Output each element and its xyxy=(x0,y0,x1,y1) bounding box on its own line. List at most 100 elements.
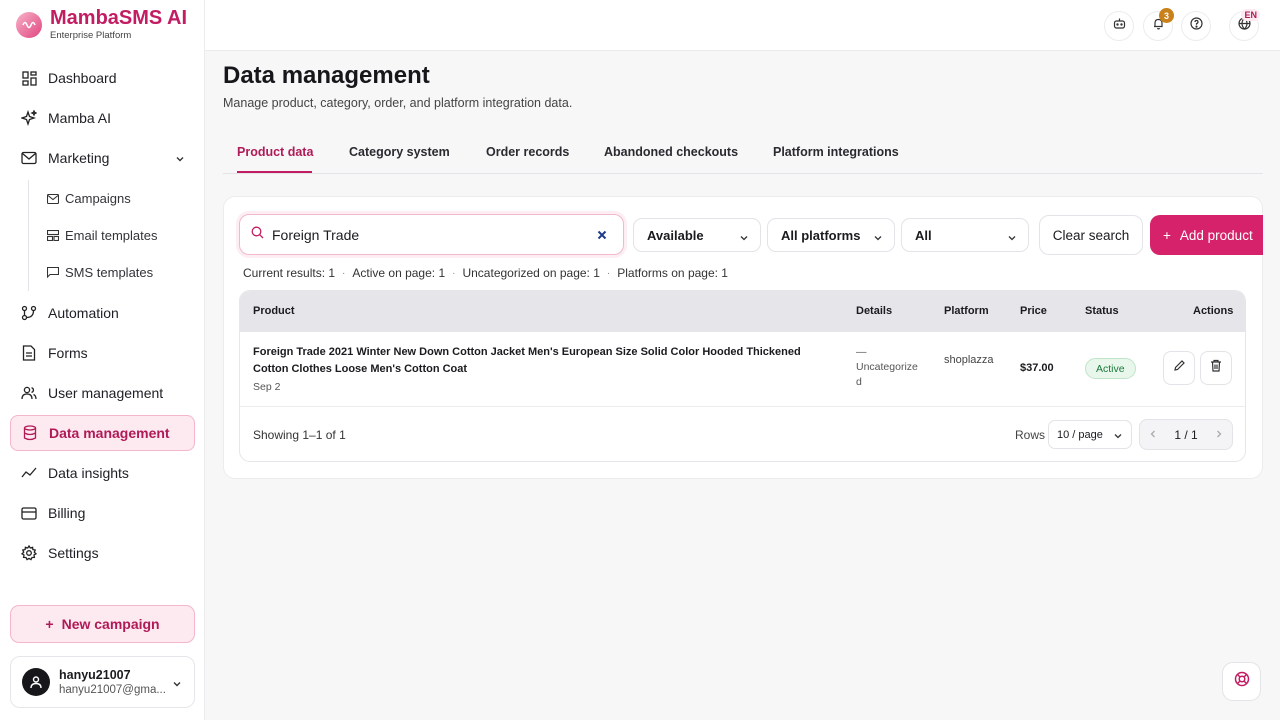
table-row[interactable]: Foreign Trade 2021 Winter New Down Cotto… xyxy=(240,332,1245,407)
sidebar-subitem-sms-templates[interactable]: SMS templates xyxy=(47,254,195,291)
topbar: 3 EN xyxy=(205,0,1280,51)
support-button[interactable] xyxy=(1222,662,1261,701)
sidebar-item-automation[interactable]: Automation xyxy=(10,295,195,331)
tab-abandoned-checkouts[interactable]: Abandoned checkouts xyxy=(604,145,738,159)
chevron-down-icon xyxy=(873,231,883,246)
sidebar-item-label: Marketing xyxy=(48,150,110,166)
status-value: All xyxy=(915,227,932,243)
rows-label: Rows xyxy=(1015,428,1046,442)
sidebar-item-billing[interactable]: Billing xyxy=(10,495,195,531)
clear-search-button[interactable]: Clear search xyxy=(1039,215,1143,255)
tab-bar: Product data Category system Order recor… xyxy=(223,131,1263,174)
separator-dot: · xyxy=(342,267,346,279)
pagination-summary: Showing 1–1 of 1 xyxy=(253,428,346,442)
users-icon xyxy=(20,384,38,402)
tab-order-records[interactable]: Order records xyxy=(486,145,569,159)
sidebar-item-forms[interactable]: Forms xyxy=(10,335,195,371)
sidebar-item-marketing[interactable]: Marketing xyxy=(10,140,195,176)
products-table: Product Details Platform Price Status Ac… xyxy=(239,290,1246,462)
brand-logo-icon xyxy=(16,11,42,38)
stat-uncategorized-on-page: Uncategorized on page: 1 xyxy=(462,266,600,280)
delete-button[interactable] xyxy=(1200,351,1232,385)
chevron-down-icon xyxy=(1007,231,1017,246)
sidebar-subitem-email-templates[interactable]: Email templates xyxy=(47,217,195,254)
page-title: Data management xyxy=(223,62,430,89)
sidebar-item-label: Data management xyxy=(49,425,170,441)
dashboard-icon xyxy=(20,69,38,87)
sidebar-item-label: Data insights xyxy=(48,465,129,481)
sidebar-item-label: Billing xyxy=(48,505,86,521)
next-page-icon[interactable] xyxy=(1215,428,1223,442)
assistant-button[interactable] xyxy=(1104,11,1134,41)
add-product-button[interactable]: + Add product xyxy=(1150,215,1263,255)
help-button[interactable] xyxy=(1181,11,1211,41)
card-icon xyxy=(20,504,38,522)
search-input[interactable]: Foreign Trade xyxy=(239,214,624,255)
prev-page-icon[interactable] xyxy=(1149,428,1157,442)
stat-platforms-on-page: Platforms on page: 1 xyxy=(617,266,728,280)
product-details: — Uncategorized xyxy=(856,345,922,390)
availability-value: Available xyxy=(647,227,704,243)
language-button[interactable]: EN xyxy=(1229,9,1260,41)
platform-value: All platforms xyxy=(781,227,861,243)
template-icon xyxy=(47,229,61,243)
sidebar: MambaSMS AI Enterprise Platform Dashboar… xyxy=(0,0,205,720)
sidebar-item-data-management[interactable]: Data management xyxy=(10,415,195,451)
chart-icon xyxy=(20,464,38,482)
bot-icon xyxy=(1113,17,1126,35)
mail-icon xyxy=(20,149,38,167)
platform-select[interactable]: All platforms xyxy=(767,218,895,252)
rows-per-page-value: 10 / page xyxy=(1057,428,1103,441)
sidebar-item-label: Settings xyxy=(48,545,99,561)
details-category: Uncategorized xyxy=(856,361,918,388)
marketing-submenu: Campaigns Email templates SMS templates xyxy=(28,180,195,291)
sparkles-icon xyxy=(20,109,38,127)
product-date: Sep 2 xyxy=(253,381,281,393)
rows-per-page-select[interactable]: 10 / page xyxy=(1048,420,1132,449)
brand[interactable]: MambaSMS AI Enterprise Platform xyxy=(16,8,187,41)
sidebar-item-data-insights[interactable]: Data insights xyxy=(10,455,195,491)
tab-product-data[interactable]: Product data xyxy=(237,145,313,159)
tab-platform-integrations[interactable]: Platform integrations xyxy=(773,145,899,159)
status-select[interactable]: All xyxy=(901,218,1029,252)
message-icon xyxy=(47,266,61,280)
tab-category-system[interactable]: Category system xyxy=(349,145,450,159)
active-tab-indicator xyxy=(237,171,312,173)
sidebar-item-label: Mamba AI xyxy=(48,110,112,126)
column-header-price: Price xyxy=(1020,305,1047,317)
notification-count-badge: 3 xyxy=(1159,8,1174,23)
sidebar-item-dashboard[interactable]: Dashboard xyxy=(10,60,195,96)
search-icon xyxy=(251,226,264,244)
status-badge: Active xyxy=(1085,358,1136,379)
avatar xyxy=(22,668,50,696)
availability-select[interactable]: Available xyxy=(633,218,761,252)
separator-dot: · xyxy=(606,267,611,279)
notifications-button[interactable]: 3 xyxy=(1143,8,1174,41)
sidebar-item-label: Dashboard xyxy=(48,70,117,86)
column-header-status: Status xyxy=(1085,305,1119,317)
user-menu[interactable]: hanyu21007 hanyu21007@gma... xyxy=(10,656,195,708)
sidebar-item-mamba-ai[interactable]: Mamba AI xyxy=(10,100,195,136)
clear-input-icon[interactable] xyxy=(591,224,613,246)
stat-active-on-page: Active on page: 1 xyxy=(352,266,446,280)
help-icon xyxy=(1189,17,1203,35)
user-email: hanyu21007@gma... xyxy=(59,684,166,696)
chevron-down-icon[interactable] xyxy=(175,151,185,167)
pencil-icon xyxy=(1173,359,1186,377)
sidebar-item-user-management[interactable]: User management xyxy=(10,375,195,411)
sidebar-subitem-campaigns[interactable]: Campaigns xyxy=(47,180,195,217)
edit-button[interactable] xyxy=(1163,351,1195,385)
product-name: Foreign Trade 2021 Winter New Down Cotto… xyxy=(253,346,801,375)
flow-icon xyxy=(20,304,38,322)
column-header-platform: Platform xyxy=(944,305,989,317)
table-header: Product Details Platform Price Status Ac… xyxy=(240,291,1245,332)
add-product-label: Add product xyxy=(1179,227,1253,243)
sidebar-item-label: Automation xyxy=(48,305,119,321)
sidebar-subitem-label: Campaigns xyxy=(65,191,131,206)
column-header-product: Product xyxy=(253,305,295,317)
product-price: $37.00 xyxy=(1020,362,1054,374)
new-campaign-button[interactable]: + New campaign xyxy=(10,605,195,643)
sidebar-item-settings[interactable]: Settings xyxy=(10,535,195,571)
column-header-details: Details xyxy=(856,305,893,317)
separator-dot: · xyxy=(452,267,456,279)
